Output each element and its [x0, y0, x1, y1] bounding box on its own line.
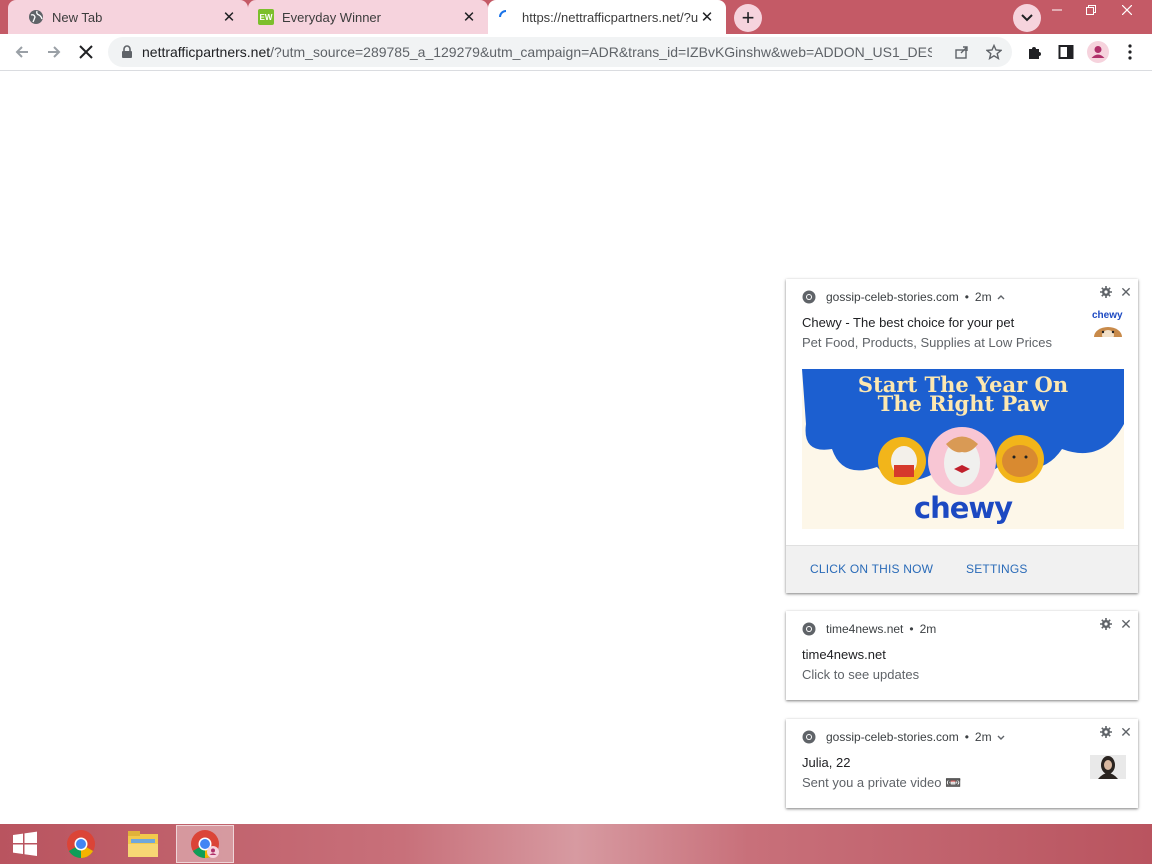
tab-title: Everyday Winner [282, 9, 381, 25]
back-arrow-icon [15, 46, 28, 58]
lock-icon[interactable] [120, 45, 134, 59]
notification-source: gossip-celeb-stories.com [826, 730, 959, 744]
globe-icon [28, 9, 44, 25]
url-text[interactable]: nettrafficpartners.net/?utm_source=28978… [142, 44, 932, 60]
profile-button[interactable] [1084, 38, 1112, 66]
chrome-icon [67, 830, 95, 858]
tab-new-tab[interactable]: New Tab ✕ [8, 0, 248, 34]
notification-title: time4news.net [802, 647, 886, 662]
notification-header: gossip-celeb-stories.com • 2m [802, 289, 1006, 305]
close-window-button[interactable] [1110, 0, 1144, 20]
notification-source: gossip-celeb-stories.com [826, 290, 959, 304]
notification-title: Chewy - The best choice for your pet [802, 315, 1015, 330]
minimize-button[interactable] [1040, 0, 1074, 20]
close-tab-icon[interactable]: ✕ [698, 8, 716, 26]
tab-title: https://nettrafficpartners.net/?utm_ [522, 9, 698, 25]
close-icon[interactable]: ✕ [1118, 724, 1134, 740]
click-on-this-now-button[interactable]: CLICK ON THIS NOW [810, 562, 933, 576]
close-tab-icon[interactable]: ✕ [460, 8, 478, 26]
notification-time: 2m [919, 622, 937, 636]
tab-everyday-winner[interactable]: EW Everyday Winner ✕ [248, 0, 488, 34]
chevron-down-icon [1021, 14, 1033, 22]
chewy-logo: chewy [913, 491, 1013, 525]
notification-actions: CLICK ON THIS NOW SETTINGS [786, 545, 1138, 593]
tab-search-button[interactable] [1013, 4, 1041, 32]
gear-icon[interactable] [1098, 724, 1114, 740]
chrome-icon [802, 290, 816, 304]
julia-thumbnail [1090, 755, 1126, 779]
back-button[interactable] [8, 38, 36, 66]
more-vert-icon [1128, 44, 1132, 60]
notification-source: time4news.net [826, 622, 904, 636]
taskbar [0, 824, 1152, 864]
chrome-profile-icon [191, 830, 219, 858]
share-icon[interactable] [950, 40, 974, 64]
notification-title: Julia, 22 [802, 755, 851, 770]
side-panel-button[interactable] [1052, 38, 1080, 66]
chewy-banner-image: Start The Year On The Right Paw chewy [802, 369, 1124, 529]
dog-face-icon [1094, 327, 1122, 337]
bookmark-star-icon[interactable] [982, 40, 1006, 64]
notification-body: Sent you a private video 📼 [802, 775, 962, 790]
taskbar-file-explorer[interactable] [114, 825, 172, 863]
tab-nettrafficpartners[interactable]: https://nettrafficpartners.net/?utm_ ✕ [488, 0, 726, 34]
chrome-icon [802, 622, 816, 636]
banner-headline: Start The Year On The Right Paw [857, 372, 1069, 416]
side-panel-icon [1058, 45, 1074, 59]
chewy-thumbnail: chewy [1090, 309, 1126, 337]
chevron-up-icon[interactable] [996, 292, 1006, 302]
notification-time4news[interactable]: time4news.net • 2m ✕ time4news.net Click… [786, 611, 1138, 700]
loading-icon [498, 9, 514, 25]
browser-toolbar: nettrafficpartners.net/?utm_source=28978… [0, 34, 1152, 71]
browser-window: New Tab ✕ EW Everyday Winner ✕ https://n… [0, 0, 1152, 824]
address-bar[interactable]: nettrafficpartners.net/?utm_source=28978… [108, 37, 1012, 67]
notification-julia[interactable]: gossip-celeb-stories.com • 2m ✕ Julia, 2… [786, 719, 1138, 808]
extensions-button[interactable] [1020, 38, 1048, 66]
notification-body: Pet Food, Products, Supplies at Low Pric… [802, 335, 1053, 350]
settings-button[interactable]: SETTINGS [966, 562, 1028, 576]
stop-loading-button[interactable] [72, 38, 100, 66]
chrome-icon [802, 730, 816, 744]
notification-chewy[interactable]: gossip-celeb-stories.com • 2m ✕ Chewy - … [786, 279, 1138, 593]
notification-header: time4news.net • 2m [802, 621, 936, 637]
gear-icon[interactable] [1098, 284, 1114, 300]
close-icon [79, 45, 93, 59]
close-tab-icon[interactable]: ✕ [220, 8, 238, 26]
notification-time: 2m [974, 730, 992, 744]
taskbar-chrome-profile[interactable] [176, 825, 234, 863]
new-tab-button[interactable]: + [734, 4, 762, 32]
puzzle-icon [1029, 47, 1041, 59]
taskbar-chrome[interactable] [52, 825, 110, 863]
chevron-down-icon[interactable] [996, 732, 1006, 742]
notification-body: Click to see updates [802, 667, 920, 682]
gear-icon[interactable] [1098, 616, 1114, 632]
close-icon[interactable]: ✕ [1118, 616, 1134, 632]
notification-header: gossip-celeb-stories.com • 2m [802, 729, 1006, 745]
start-button[interactable] [0, 825, 50, 863]
forward-button[interactable] [40, 38, 68, 66]
tab-title: New Tab [52, 9, 103, 25]
ew-favicon-icon: EW [258, 9, 274, 25]
restore-button[interactable] [1074, 0, 1108, 20]
folder-icon [128, 831, 158, 857]
tab-strip: New Tab ✕ EW Everyday Winner ✕ https://n… [0, 0, 1152, 34]
avatar-icon [1087, 41, 1109, 63]
close-icon[interactable]: ✕ [1118, 284, 1134, 300]
menu-button[interactable] [1116, 38, 1144, 66]
notification-time: 2m [974, 290, 992, 304]
forward-arrow-icon [48, 46, 61, 58]
windows-logo-icon [13, 831, 37, 856]
